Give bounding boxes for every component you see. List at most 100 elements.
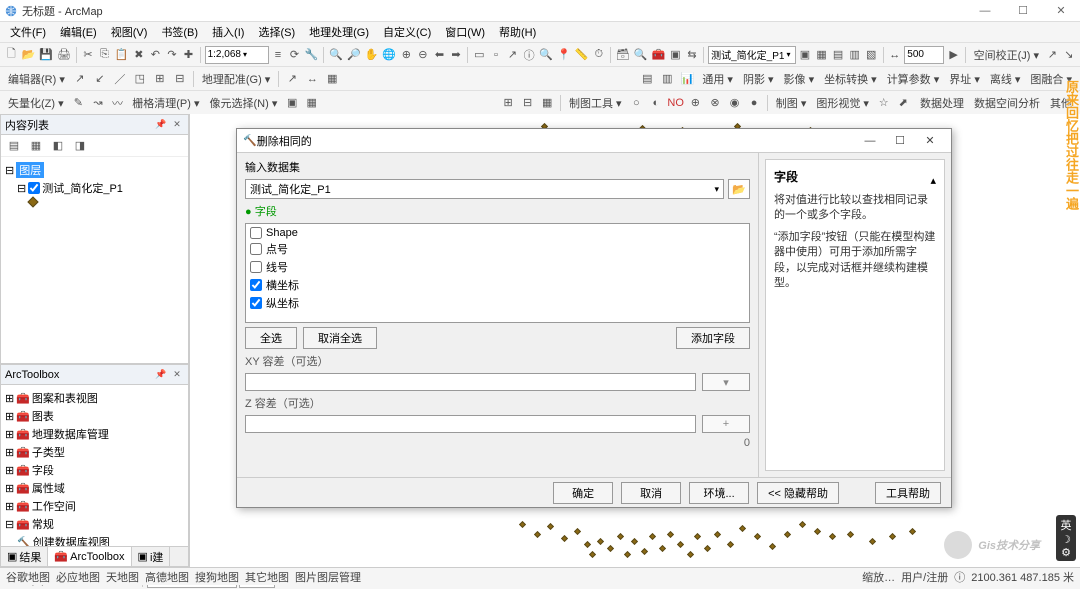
go-button[interactable]: ▶ — [946, 46, 961, 64]
tb-t2[interactable]: ⊞🧰图表 — [5, 407, 184, 425]
tool-help-button[interactable]: 工具帮助 — [875, 482, 941, 504]
z-plus-button[interactable]: + — [702, 415, 750, 433]
layer-combo[interactable]: 测试_简化定_P1 — [708, 46, 796, 64]
identify-icon[interactable]: ⓘ — [522, 46, 537, 64]
toc-vis-icon[interactable]: ◧ — [49, 137, 67, 155]
e6-icon[interactable]: ⊟ — [171, 70, 189, 88]
paste-button[interactable]: 📋 — [114, 46, 130, 64]
m1-icon[interactable]: ⊞ — [499, 94, 517, 112]
g3-icon[interactable]: ▦ — [323, 70, 341, 88]
tb-t8a[interactable]: 🔨创建数据库视图 — [5, 533, 184, 546]
field-list[interactable]: Shape 点号 线号 横坐标 纵坐标 — [245, 223, 750, 323]
r2-icon[interactable]: ▥ — [658, 70, 676, 88]
toc-pin-icon[interactable]: 📌 — [154, 118, 168, 132]
tb-t7[interactable]: ⊞🧰工作空间 — [5, 497, 184, 515]
dialog-max-icon[interactable]: ☐ — [885, 131, 915, 151]
catalog-icon[interactable]: 🗃 — [615, 46, 631, 64]
c2-icon[interactable]: ▦ — [303, 94, 321, 112]
drawtools-menu[interactable]: 制图工具 ▾ — [565, 93, 626, 113]
fixed-zoomin-icon[interactable]: ⊕ — [399, 46, 414, 64]
search-icon[interactable]: 🔍 — [633, 46, 649, 64]
t4-icon[interactable]: ▥ — [847, 46, 862, 64]
t1-icon[interactable]: ▣ — [798, 46, 813, 64]
undo-button[interactable]: ↶ — [148, 46, 163, 64]
minimize-button[interactable]: — — [970, 1, 1000, 21]
d1-icon[interactable]: ○ — [628, 94, 646, 112]
select-icon[interactable]: ▭ — [472, 46, 487, 64]
status-zoom[interactable]: 缩放… — [862, 569, 895, 585]
dialog-min-icon[interactable]: — — [855, 131, 885, 151]
env-button[interactable]: 环境... — [689, 482, 749, 504]
menu-window[interactable]: 窗口(W) — [439, 22, 491, 42]
georef-menu[interactable]: 地理配准(G) ▾ — [198, 69, 274, 89]
d2-icon[interactable]: ◐ — [647, 94, 665, 112]
data-space[interactable]: 数据空间分析 — [970, 93, 1044, 113]
select-all-button[interactable]: 全选 — [245, 327, 297, 349]
wrench-icon[interactable]: 🔧 — [304, 46, 320, 64]
cut-button[interactable]: ✂ — [81, 46, 96, 64]
z-tol-input[interactable] — [245, 415, 696, 433]
t5-icon[interactable]: ▧ — [864, 46, 879, 64]
toolbox-tree[interactable]: ⊞🧰图案和表视图 ⊞🧰图表 ⊞🧰地理数据库管理 ⊞🧰子类型 ⊞🧰字段 ⊞🧰属性域… — [1, 385, 188, 546]
space-correct-menu[interactable]: 空间校正(J) ▾ — [970, 45, 1043, 65]
status-tianditu[interactable]: 天地图 — [106, 569, 139, 585]
gs2-icon[interactable]: ⬈ — [894, 94, 912, 112]
menu-edit[interactable]: 编辑(E) — [54, 22, 103, 42]
full-extent-icon[interactable]: 🌐 — [381, 46, 397, 64]
g2-icon[interactable]: ↔ — [303, 70, 321, 88]
ime-indicator[interactable]: 英 ☽ ⚙ — [1056, 515, 1076, 561]
status-sogou[interactable]: 搜狗地图 — [195, 569, 239, 585]
status-gaode[interactable]: 高德地图 — [145, 569, 189, 585]
menu-select[interactable]: 选择(S) — [252, 22, 301, 42]
editor-menu[interactable]: 编辑器(R) ▾ — [4, 69, 69, 89]
pan-icon[interactable]: ✋ — [364, 46, 380, 64]
coord-menu[interactable]: 坐标转换 ▾ — [820, 69, 881, 89]
xy-icon[interactable]: 📍 — [556, 46, 572, 64]
data-proc[interactable]: 数据处理 — [916, 93, 968, 113]
back-extent-icon[interactable]: ⬅ — [432, 46, 447, 64]
add-field-button[interactable]: 添加字段 — [676, 327, 750, 349]
copy-button[interactable]: ⎘ — [97, 46, 112, 64]
new-button[interactable]: 🗋 — [4, 46, 19, 64]
vector-menu[interactable]: 矢量化(Z) ▾ — [4, 93, 68, 113]
no-icon[interactable]: NO — [667, 94, 685, 112]
menu-geoprocess[interactable]: 地理处理(G) — [303, 22, 375, 42]
toc-layer-1[interactable]: ⊟ 测试_简化定_P1 — [5, 179, 184, 197]
v1-icon[interactable]: ✎ — [70, 94, 88, 112]
status-imglayer[interactable]: 图片图层管理 — [295, 569, 361, 585]
status-other[interactable]: 其它地图 — [245, 569, 289, 585]
clear-select-icon[interactable]: ▫ — [489, 46, 504, 64]
tab-builder[interactable]: ▣i建 — [132, 547, 171, 566]
ok-button[interactable]: 确定 — [553, 482, 613, 504]
e1-icon[interactable]: ↗ — [71, 70, 89, 88]
xy-unit-combo[interactable]: ▾ — [702, 373, 750, 391]
d3-icon[interactable]: ⊕ — [687, 94, 705, 112]
toc-layer-1-checkbox[interactable] — [28, 182, 40, 194]
save-button[interactable]: 💾 — [38, 46, 54, 64]
delete-button[interactable]: ✖ — [132, 46, 147, 64]
tab-results[interactable]: ▣结果 — [1, 547, 48, 566]
refresh-icon[interactable]: ⟳ — [287, 46, 302, 64]
drawing-menu[interactable]: 制图 ▾ — [772, 93, 811, 113]
tb-t5[interactable]: ⊞🧰字段 — [5, 461, 184, 479]
toc-tree[interactable]: ⊟图层 ⊟ 测试_简化定_P1 — [1, 157, 188, 363]
e3-icon[interactable]: ／ — [111, 70, 129, 88]
tab-arctoolbox[interactable]: 🧰ArcToolbox — [48, 547, 131, 566]
sc2-icon[interactable]: ↘ — [1062, 46, 1077, 64]
arctb-pin-icon[interactable]: 📌 — [154, 368, 168, 382]
m3-icon[interactable]: ▦ — [538, 94, 556, 112]
time-icon[interactable]: ⏱ — [591, 46, 606, 64]
fixed-zoomout-icon[interactable]: ⊖ — [416, 46, 431, 64]
menu-help[interactable]: 帮助(H) — [493, 22, 542, 42]
xy-tol-input[interactable] — [245, 373, 696, 391]
add-data-button[interactable]: ✚ — [181, 46, 196, 64]
menu-custom[interactable]: 自定义(C) — [377, 22, 437, 42]
select-elem-icon[interactable]: ↗ — [505, 46, 520, 64]
input-dataset-combo[interactable]: 测试_简化定_P1 — [245, 179, 724, 199]
d4-icon[interactable]: ⊗ — [706, 94, 724, 112]
status-user[interactable]: 用户/注册 — [901, 569, 948, 585]
menu-file[interactable]: 文件(F) — [4, 22, 52, 42]
v3-icon[interactable]: 〰 — [109, 94, 127, 112]
toolbox-btn-icon[interactable]: 🧰 — [650, 46, 666, 64]
status-bing[interactable]: 必应地图 — [56, 569, 100, 585]
